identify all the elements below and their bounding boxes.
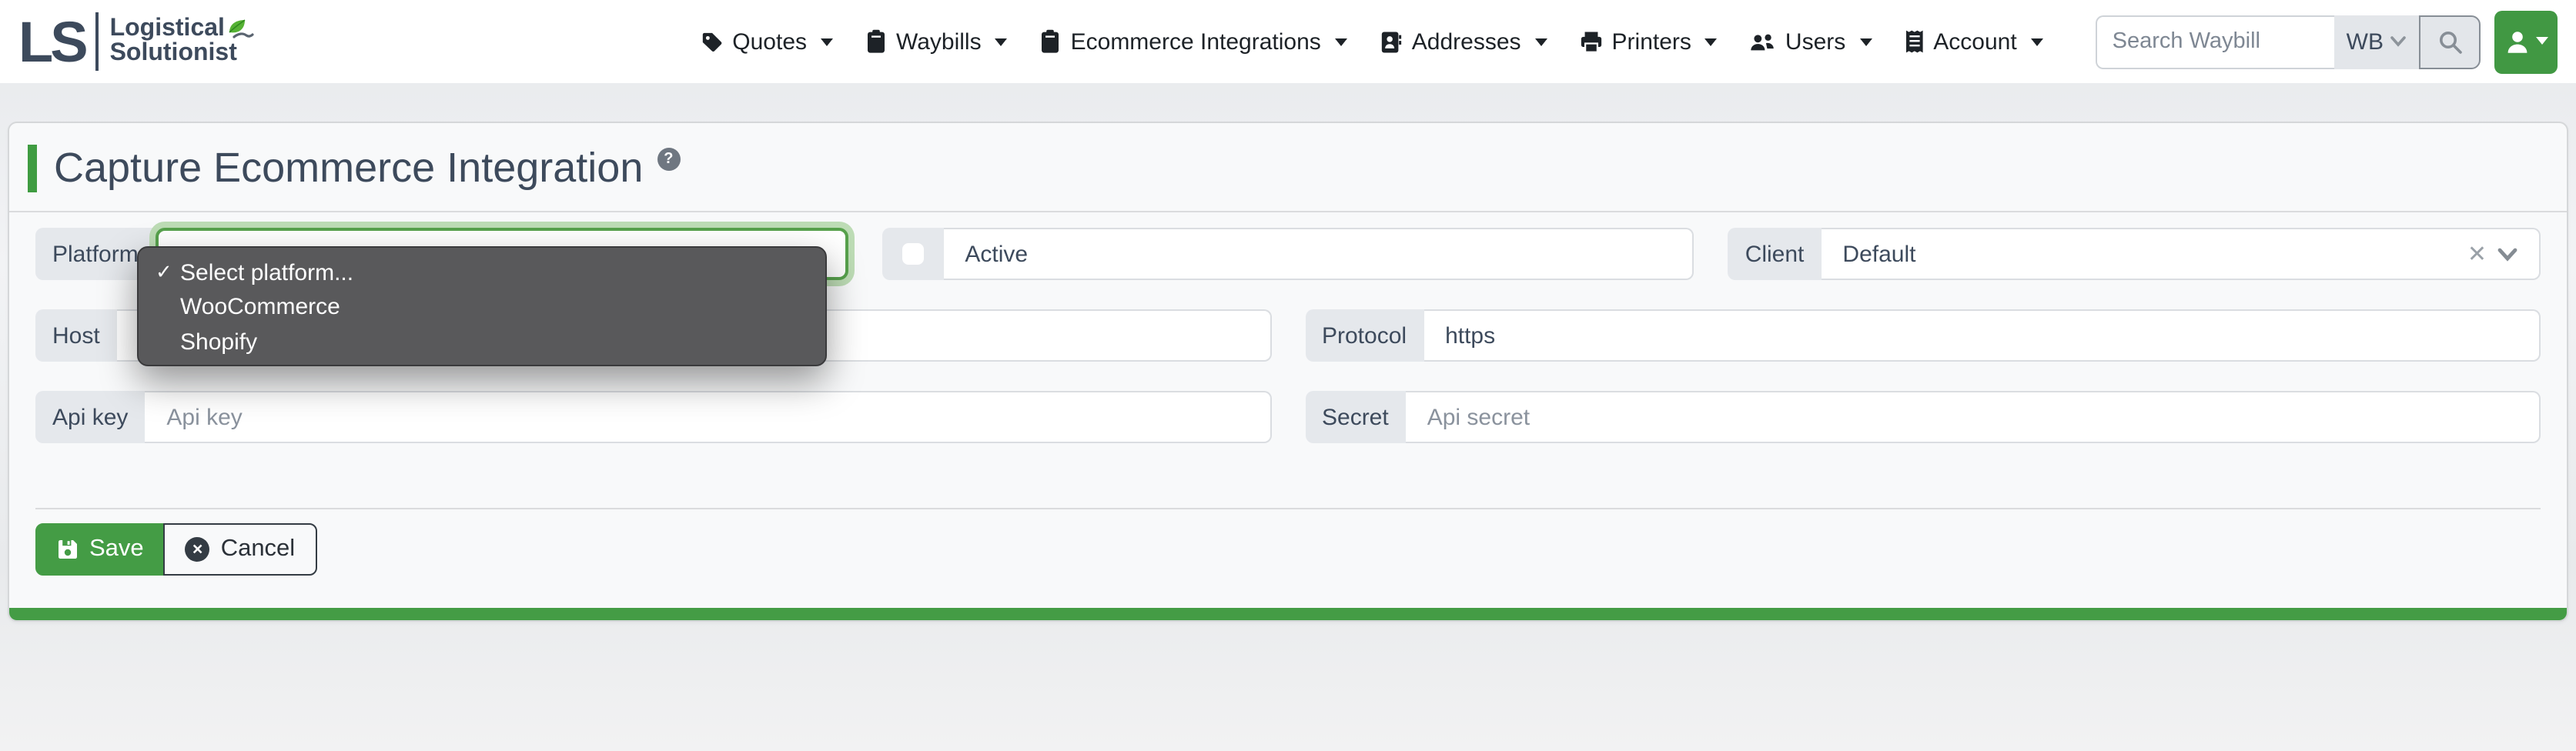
nav-label: Users [1785, 28, 1845, 55]
form-row-3: Api key Secret [35, 391, 2541, 443]
client-combobox[interactable]: Default ✕ [1821, 228, 2541, 280]
active-checkbox-cell [882, 228, 943, 280]
brand-line1: Logistical [110, 17, 225, 42]
search-scope-select[interactable]: WB [2334, 15, 2419, 68]
client-label: Client [1728, 228, 1822, 280]
nav-label: Quotes [732, 28, 807, 55]
user-menu-button[interactable] [2494, 10, 2558, 73]
secret-input[interactable] [1406, 391, 2541, 443]
tag-icon [700, 30, 723, 53]
dropdown-option-label: Shopify [180, 329, 257, 355]
api-key-label: Api key [35, 391, 145, 443]
leaf-icon [228, 18, 254, 41]
address-book-icon [1380, 30, 1403, 53]
dropdown-option-shopify[interactable]: Shopify [139, 325, 825, 359]
nav-item-quotes[interactable]: Quotes [700, 28, 833, 55]
nav-label: Printers [1612, 28, 1691, 55]
user-icon [2504, 27, 2533, 56]
waybill-search-group: WB [2096, 15, 2481, 68]
dropdown-option-select-platform[interactable]: ✓ Select platform... [139, 255, 825, 290]
printer-icon [1580, 30, 1603, 53]
nav-label: Waybills [896, 28, 982, 55]
brand-line2: Solutionist [110, 42, 237, 66]
clipboard-icon [865, 29, 887, 54]
active-label: Active [965, 241, 1028, 267]
search-scope-value: WB [2347, 28, 2384, 55]
main-nav: Quotes Waybills Ecommerce Integrations A… [700, 28, 2042, 55]
nav-item-addresses[interactable]: Addresses [1380, 28, 1547, 55]
brand-logo[interactable]: LS Logistical Solutionist [18, 12, 254, 71]
nav-item-waybills[interactable]: Waybills [865, 28, 1008, 55]
brand-abbr: LS [18, 13, 85, 70]
caret-down-icon [1335, 38, 1347, 52]
protocol-input[interactable] [1423, 309, 2541, 362]
search-button[interactable] [2419, 15, 2481, 68]
active-checkbox[interactable] [902, 243, 923, 265]
secret-label: Secret [1305, 391, 1406, 443]
integration-form: ✓ Select platform... WooCommerce Shopify… [9, 212, 2567, 509]
chevron-down-icon[interactable] [2497, 247, 2517, 261]
nav-item-printers[interactable]: Printers [1580, 28, 1718, 55]
caret-down-icon [2031, 38, 2043, 52]
nav-item-account[interactable]: Account [1904, 28, 2042, 55]
search-input[interactable] [2096, 15, 2334, 68]
save-button[interactable]: Save [35, 523, 166, 576]
form-actions: Save ✕ Cancel [9, 509, 2567, 589]
client-value: Default [1842, 241, 1915, 267]
caret-down-icon [1535, 38, 1547, 52]
protocol-field-group: Protocol [1305, 309, 2541, 362]
form-divider [35, 508, 2541, 509]
check-icon: ✓ [156, 261, 172, 285]
users-icon [1750, 30, 1776, 53]
caret-down-icon [1859, 38, 1872, 52]
api-key-input[interactable] [145, 391, 1271, 443]
dropdown-option-label: WooCommerce [180, 295, 340, 321]
page-title: Capture Ecommerce Integration [54, 143, 643, 192]
navbar: LS Logistical Solutionist Quotes [0, 0, 2576, 83]
brand-divider [96, 12, 99, 71]
footer-accent-bar [9, 608, 2567, 620]
caret-down-icon [995, 38, 1008, 52]
caret-down-icon [1705, 38, 1718, 52]
active-field-group: Active [882, 228, 1694, 280]
dropdown-option-woocommerce[interactable]: WooCommerce [139, 290, 825, 325]
platform-dropdown-menu: ✓ Select platform... WooCommerce Shopify [137, 246, 827, 366]
secret-field-group: Secret [1305, 391, 2541, 443]
host-label: Host [35, 309, 117, 362]
client-field-group: Client Default ✕ [1728, 228, 2541, 280]
nav-label: Account [1933, 28, 2016, 55]
nav-item-users[interactable]: Users [1750, 28, 1872, 55]
nav-item-ecommerce-integrations[interactable]: Ecommerce Integrations [1040, 28, 1347, 55]
clear-icon[interactable]: ✕ [2467, 242, 2487, 265]
save-icon [57, 539, 79, 560]
help-icon[interactable]: ? [657, 147, 680, 170]
title-accent-bar [28, 144, 37, 192]
caret-down-icon [821, 38, 833, 52]
brand-words: Logistical Solutionist [110, 17, 254, 66]
dropdown-option-label: Select platform... [180, 260, 353, 286]
protocol-label: Protocol [1305, 309, 1423, 362]
cancel-circle-x-icon: ✕ [186, 537, 210, 562]
chevron-down-icon [2390, 35, 2407, 48]
cancel-button[interactable]: ✕ Cancel [164, 523, 317, 576]
capture-integration-card: Capture Ecommerce Integration ? ✓ Select… [8, 122, 2568, 622]
clipboard-icon [1040, 29, 1062, 54]
card-header: Capture Ecommerce Integration ? [9, 123, 2567, 211]
search-icon [2437, 28, 2463, 55]
nav-label: Ecommerce Integrations [1071, 28, 1321, 55]
nav-label: Addresses [1412, 28, 1521, 55]
save-label: Save [89, 536, 144, 563]
cancel-label: Cancel [221, 536, 296, 563]
receipt-icon [1904, 29, 1924, 54]
api-key-field-group: Api key [35, 391, 1271, 443]
active-field: Active [943, 228, 1694, 280]
caret-down-icon [2536, 37, 2548, 51]
